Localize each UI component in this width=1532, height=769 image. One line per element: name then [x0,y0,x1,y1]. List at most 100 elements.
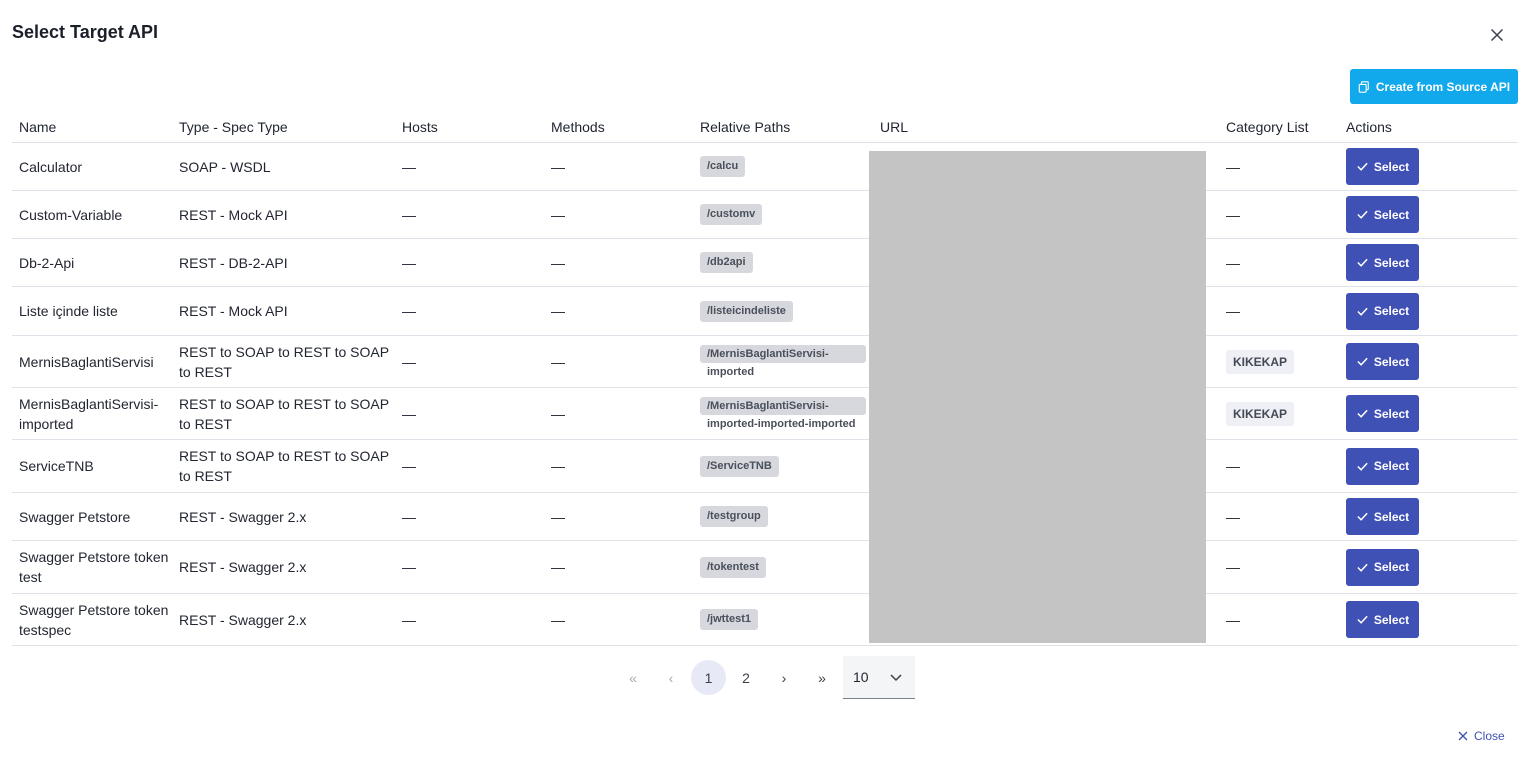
cell-type: REST - Mock API [179,206,288,223]
select-button[interactable]: Select [1346,395,1419,432]
select-button[interactable]: Select [1346,498,1419,535]
category-value: — [1226,611,1240,628]
cell-type: REST - Swagger 2.x [179,559,307,575]
select-button[interactable]: Select [1346,244,1419,281]
cell-methods: — [551,206,565,223]
close-button[interactable]: Close [1457,729,1505,743]
last-page-button[interactable]: » [803,659,841,697]
cell-methods: — [551,303,565,319]
category-value: — [1226,303,1240,319]
close-icon [1458,731,1468,741]
cell-category: — [1219,612,1339,628]
header-url: URL [880,119,909,135]
cell-actions: Select [1339,148,1511,185]
path-tag: /listeicindeliste [700,300,793,322]
cell-actions: Select [1339,395,1511,432]
cell-hosts: — [402,206,416,223]
cell-actions: Select [1339,244,1511,281]
cell-methods: — [551,458,565,474]
cell-paths: /ServiceTNB [693,455,873,477]
check-icon [1357,307,1368,316]
category-tag: KIKEKAP [1226,401,1295,426]
cell-hosts: — [402,611,416,628]
category-value: — [1226,254,1240,271]
pagination: « ‹ 1 2 › » 10 [614,656,915,699]
select-button-label: Select [1373,207,1410,222]
cell-name: ServiceTNB [19,458,94,474]
select-button-label: Select [1373,612,1410,627]
cell-category: — [1219,559,1339,575]
cell-actions: Select [1339,292,1511,330]
create-from-source-api-button[interactable]: Create from Source API [1350,69,1518,104]
first-page-button[interactable]: « [614,659,652,697]
category-value: — [1226,458,1240,474]
path-tag: /testgroup [700,506,768,527]
header-type: Type - Spec Type [179,119,288,135]
path-tag: /MernisBaglantiServisi-imported [700,345,873,378]
category-value: — [1226,158,1240,175]
cell-actions: Select [1339,601,1511,638]
cell-actions: Select [1339,343,1511,380]
path-tag: /ServiceTNB [700,455,779,477]
path-tag-line1: /MernisBaglantiServisi- [700,345,866,363]
cell-hosts: — [402,559,416,575]
select-button[interactable]: Select [1346,601,1419,638]
page-1-button[interactable]: 1 [691,660,726,695]
cell-hosts: — [402,158,416,175]
table-row: Swagger Petstore REST - Swagger 2.x — — … [12,493,1518,541]
cell-hosts: — [402,254,416,271]
select-button-label: Select [1373,304,1410,318]
table-row: MernisBaglantiServisi REST to SOAP to RE… [12,336,1518,388]
select-button-label: Select [1373,406,1410,421]
prev-page-button[interactable]: ‹ [652,659,690,697]
table-row: Liste içinde liste REST - Mock API — — /… [12,287,1518,336]
cell-type: REST - Swagger 2.x [179,508,307,525]
cell-methods: — [551,559,565,575]
path-tag: /tokentest [700,556,766,578]
path-tag: /customv [700,204,763,225]
header-category: Category List [1226,119,1309,135]
select-button-label: Select [1373,459,1410,473]
cell-type: SOAP - WSDL [179,158,271,175]
cell-category: KIKEKAP [1219,349,1339,374]
select-button[interactable]: Select [1346,447,1419,485]
page-size-value: 10 [853,669,869,685]
cell-name: Liste içinde liste [19,303,118,319]
cell-paths: /customv [693,204,873,225]
category-value: — [1226,508,1240,525]
header-name: Name [19,119,57,135]
select-button[interactable]: Select [1346,292,1419,330]
close-icon[interactable] [1486,24,1508,46]
page-size-select[interactable]: 10 [843,656,915,699]
cell-hosts: — [402,303,416,319]
cell-hosts: — [402,508,416,525]
cell-paths: /listeicindeliste [693,300,873,322]
cell-actions: Select [1339,196,1511,233]
next-page-button[interactable]: › [765,659,803,697]
select-button-label: Select [1373,560,1410,574]
page-2-button[interactable]: 2 [727,659,765,697]
check-icon [1357,162,1368,171]
copy-icon [1358,80,1369,93]
cell-paths: /MernisBaglantiServisi-imported [693,345,873,378]
header-methods: Methods [551,119,605,135]
select-button[interactable]: Select [1346,548,1419,586]
path-tag-line2: imported-imported-imported [707,418,856,430]
cell-name: Calculator [19,158,83,175]
header-paths: Relative Paths [700,119,791,135]
url-redacted-area [869,151,1206,643]
select-button[interactable]: Select [1346,148,1419,185]
select-button-label: Select [1373,255,1410,270]
cell-methods: — [551,405,565,422]
table-header: Name Type - Spec Type Hosts Methods Rela… [12,112,1518,143]
cell-category: — [1219,458,1339,474]
table-row: Db-2-Api REST - DB-2-API — — /db2api — S… [12,239,1518,287]
select-button[interactable]: Select [1346,343,1419,380]
cell-name: Swagger Petstore [19,508,131,525]
select-button[interactable]: Select [1346,196,1419,233]
cell-category: — [1219,255,1339,271]
check-icon [1357,512,1368,521]
check-icon [1357,462,1368,471]
table-row: Swagger Petstore token testspec REST - S… [12,594,1518,646]
cell-paths: /testgroup [693,506,873,527]
